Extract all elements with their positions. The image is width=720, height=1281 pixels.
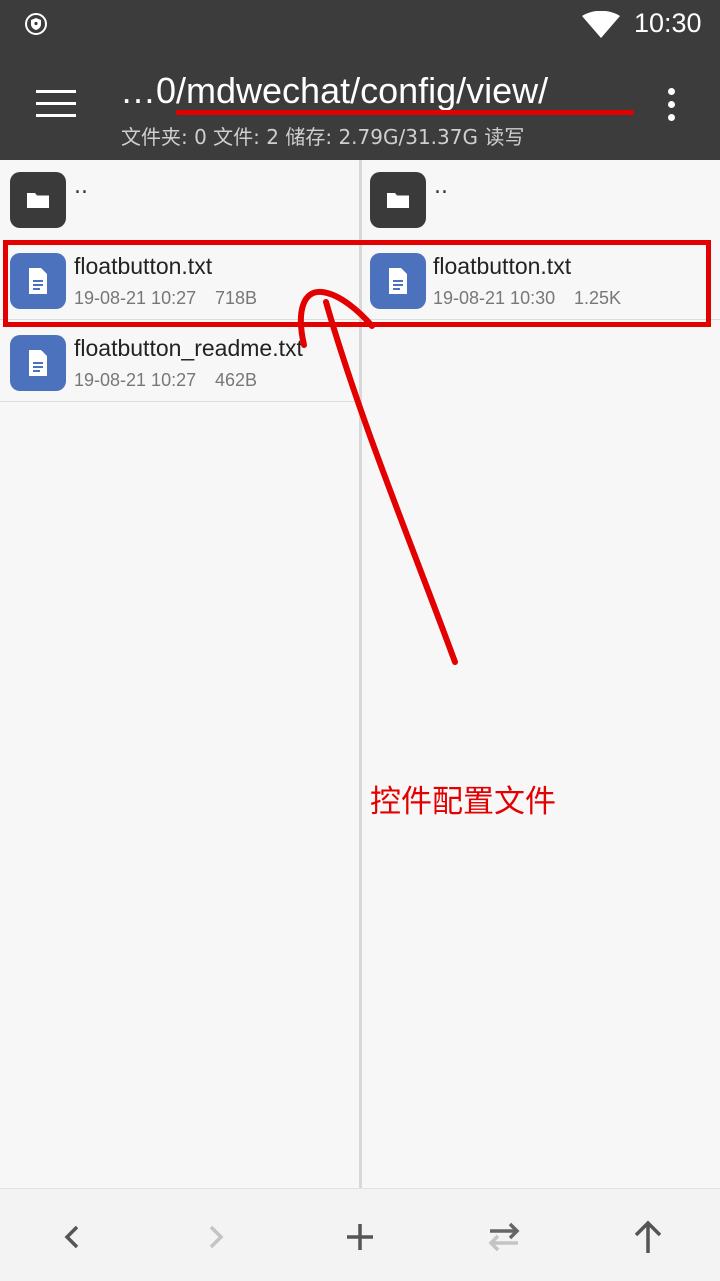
file-size: 718B — [215, 288, 258, 308]
right-file-pane: .. floatbutton.txt 19-08-21 10:30 1.25K — [362, 160, 720, 1188]
chevron-left-icon[interactable] — [48, 1213, 96, 1261]
hamburger-menu-icon[interactable] — [26, 80, 84, 128]
divider — [362, 319, 720, 320]
path-title[interactable]: …0/mdwechat/config/view/ — [120, 70, 548, 112]
swap-icon[interactable] — [480, 1213, 528, 1261]
file-size: 462B — [215, 370, 258, 390]
file-name: floatbutton_readme.txt — [74, 335, 303, 361]
bottom-nav-bar — [0, 1188, 720, 1281]
left-file-pane: .. floatbutton.txt 19-08-21 10:27 718B f… — [0, 160, 359, 1188]
annotation-label: 控件配置文件 — [370, 784, 556, 820]
item-name: .. — [74, 174, 88, 199]
status-time: 10:30 — [634, 8, 702, 38]
annotation-underline — [176, 110, 634, 115]
file-date: 19-08-21 10:27 — [74, 370, 197, 390]
file-name: floatbutton.txt — [74, 253, 213, 279]
file-text-icon — [10, 253, 66, 309]
app-toolbar: …0/mdwechat/config/view/ 文件夹: 0 文件: 2 储存… — [0, 48, 720, 160]
shield-icon — [25, 13, 47, 35]
file-text-icon — [370, 253, 426, 309]
list-item-file[interactable]: floatbutton_readme.txt 19-08-21 10:27 46… — [0, 322, 359, 402]
file-text-icon — [10, 335, 66, 391]
item-name: .. — [434, 174, 448, 199]
status-bar: 10:30 — [0, 0, 720, 48]
chevron-right-icon[interactable] — [192, 1213, 240, 1261]
list-item-parent-dir[interactable]: .. — [0, 160, 359, 240]
folder-icon — [370, 172, 426, 228]
file-date: 19-08-21 10:30 — [433, 288, 556, 308]
list-item-file[interactable]: floatbutton.txt 19-08-21 10:30 1.25K — [362, 240, 720, 320]
wifi-icon — [582, 11, 620, 38]
file-name: floatbutton.txt — [433, 253, 572, 279]
folder-icon — [10, 172, 66, 228]
list-item-parent-dir[interactable]: .. — [362, 160, 720, 240]
more-vert-icon[interactable] — [656, 82, 686, 126]
divider — [0, 319, 359, 320]
list-item-file[interactable]: floatbutton.txt 19-08-21 10:27 718B — [0, 240, 359, 320]
storage-info: 文件夹: 0 文件: 2 储存: 2.79G/31.37G 读写 — [121, 125, 525, 149]
file-size: 1.25K — [574, 288, 622, 308]
file-date: 19-08-21 10:27 — [74, 288, 197, 308]
plus-icon[interactable] — [336, 1213, 384, 1261]
divider — [0, 401, 359, 402]
arrow-up-icon[interactable] — [624, 1213, 672, 1261]
